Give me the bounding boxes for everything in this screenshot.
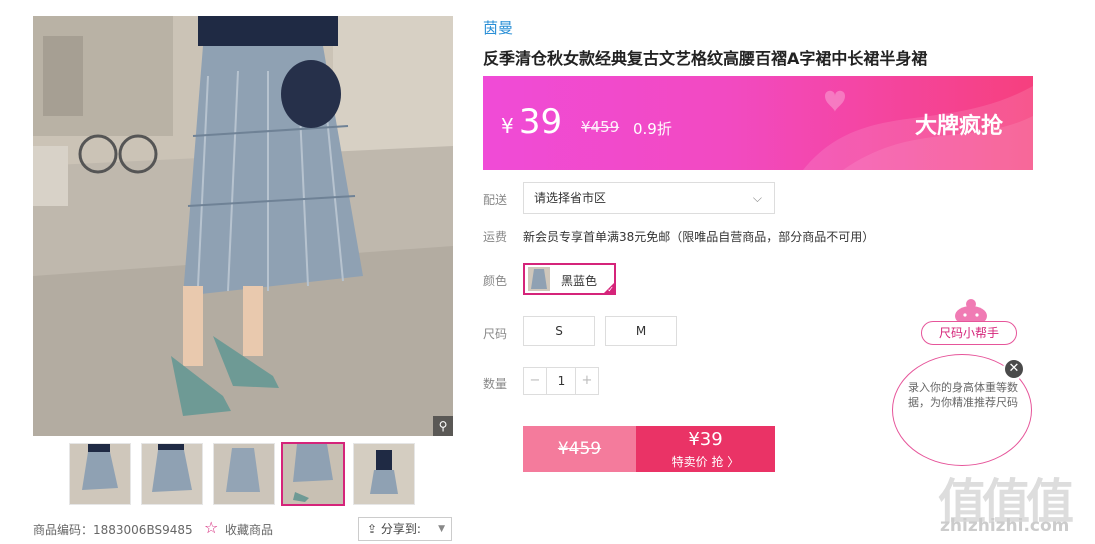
region-select[interactable]: 请选择省市区 ⌵ bbox=[523, 182, 775, 214]
zoom-magnifier-icon[interactable]: ⚲ bbox=[433, 416, 453, 436]
discount-rate: 0.9折 bbox=[633, 120, 672, 138]
size-label: 尺码 bbox=[483, 327, 508, 341]
check-icon: ✓ bbox=[607, 285, 614, 294]
quantity-stepper: − 1 + bbox=[523, 367, 599, 395]
currency-symbol: ¥ bbox=[501, 114, 514, 138]
region-select-value: 请选择省市区 bbox=[534, 191, 607, 205]
star-icon[interactable]: ☆ bbox=[204, 518, 218, 537]
watermark-url: zhizhizhi.com bbox=[940, 516, 1070, 536]
thumbnail-prev-arrow-icon[interactable] bbox=[40, 460, 54, 490]
size-option-m[interactable]: M bbox=[605, 316, 677, 346]
thumbnail-3[interactable] bbox=[213, 443, 275, 505]
buy-now-button[interactable]: ¥39 特卖价 抢 〉 bbox=[636, 426, 775, 472]
buy-original-price[interactable]: ¥459 bbox=[523, 426, 636, 472]
buy-now-label: 特卖价 抢 〉 bbox=[671, 455, 740, 469]
color-label: 颜色 bbox=[483, 274, 508, 288]
share-icon: ⇪ bbox=[367, 522, 378, 536]
delivery-label: 配送 bbox=[483, 193, 508, 207]
quantity-value[interactable]: 1 bbox=[547, 368, 576, 394]
size-helper-text: 录入你的身高体重等数据，为你精准推荐尺码 bbox=[908, 381, 1018, 409]
buy-now-price: ¥39 bbox=[688, 429, 723, 450]
quantity-increase-button[interactable]: + bbox=[575, 368, 598, 394]
chevron-down-icon: ▼ bbox=[438, 524, 445, 534]
thumbnail-4-active[interactable] bbox=[281, 442, 345, 506]
color-option-label: 黑蓝色 bbox=[561, 274, 598, 288]
size-option-s[interactable]: S bbox=[523, 316, 595, 346]
shipping-info: 新会员专享首单满38元免邮（限唯品自营商品，部分商品不可用） bbox=[523, 230, 875, 244]
share-button[interactable]: ⇪ 分享到: ▼ bbox=[358, 517, 452, 541]
size-helper-tab[interactable]: 尺码小帮手 bbox=[921, 321, 1017, 345]
chevron-down-icon: ⌵ bbox=[752, 191, 762, 205]
thumbnail-next-arrow-icon[interactable] bbox=[426, 460, 440, 490]
product-code: 商品编码：1883006BS9485 bbox=[33, 523, 193, 537]
close-icon[interactable]: ✕ bbox=[1003, 358, 1025, 380]
price-banner: ¥ 39 ¥459 0.9折 大牌疯抢 bbox=[483, 76, 1033, 170]
product-main-image[interactable]: ⚲ bbox=[33, 16, 453, 436]
color-option-selected[interactable]: 黑蓝色 ✓ bbox=[523, 263, 616, 295]
product-title: 反季清仓秋女款经典复古文艺格纹高腰百褶A字裙中长裙半身裙 bbox=[483, 49, 928, 68]
promo-label: 大牌疯抢 bbox=[914, 114, 1003, 139]
color-swatch-image bbox=[528, 267, 550, 291]
quantity-label: 数量 bbox=[483, 377, 508, 391]
share-label: 分享到: bbox=[380, 522, 421, 536]
thumbnail-5[interactable] bbox=[353, 443, 415, 505]
product-photo-illustration bbox=[33, 16, 453, 436]
thumbnail-2[interactable] bbox=[141, 443, 203, 505]
brand-link[interactable]: 茵曼 bbox=[483, 17, 513, 38]
sale-price: ¥ 39 bbox=[501, 102, 562, 142]
sale-price-value: 39 bbox=[518, 102, 563, 142]
favorite-link[interactable]: 收藏商品 bbox=[225, 521, 273, 538]
quantity-decrease-button[interactable]: − bbox=[524, 368, 547, 394]
thumbnail-1[interactable] bbox=[69, 443, 131, 505]
shipping-label: 运费 bbox=[483, 230, 508, 244]
original-price: ¥459 bbox=[581, 118, 620, 136]
